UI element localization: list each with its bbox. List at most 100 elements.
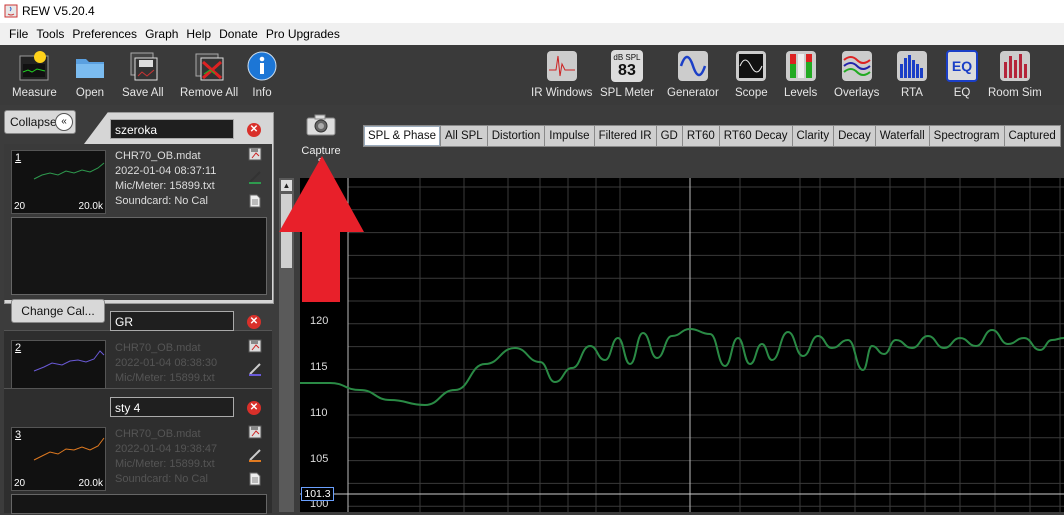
tab-gd[interactable]: GD: [656, 125, 683, 147]
spl-meter-button[interactable]: dB SPL 83 SPL Meter: [600, 50, 654, 99]
save-measurement-icon[interactable]: [248, 147, 262, 161]
menu-donate[interactable]: Donate: [219, 27, 258, 41]
rta-label: RTA: [901, 87, 923, 99]
measurement-file: CHR70_OB.mdat: [115, 342, 201, 354]
measurement-date: 2022-01-04 08:37:11: [115, 165, 217, 177]
y-tick-label: 110: [310, 407, 328, 419]
menu-file[interactable]: File: [9, 27, 28, 41]
rta-icon: [896, 50, 928, 82]
room-sim-label: Room Sim: [988, 87, 1042, 99]
room-sim-button[interactable]: Room Sim: [988, 50, 1042, 99]
spl-graph[interactable]: 120 115 110 105 100 101.3: [300, 178, 1064, 512]
measurement-notes-1[interactable]: [11, 217, 267, 295]
thumbnail-range-high: 20.0k: [78, 478, 103, 489]
overlays-icon: [841, 50, 873, 82]
measurement-date: 2022-01-04 19:38:47: [115, 443, 218, 455]
thumbnail-range-high: 20.0k: [78, 201, 103, 212]
red-up-arrow-icon: [279, 156, 364, 302]
overlays-label: Overlays: [834, 87, 880, 99]
notes-icon[interactable]: [248, 472, 262, 486]
java-icon: [4, 4, 18, 18]
eq-icon: EQ: [946, 50, 978, 82]
remove-measurement-icon[interactable]: ✕: [247, 123, 261, 137]
tab-clarity[interactable]: Clarity: [792, 125, 835, 147]
remove-all-button[interactable]: Remove All: [180, 50, 238, 99]
eq-label: EQ: [953, 87, 971, 99]
save-measurement-icon[interactable]: [248, 425, 262, 439]
toolbar: Measure Open Save All Remove All Info IR…: [0, 45, 1064, 105]
measurement-name-field[interactable]: szeroka: [110, 119, 234, 139]
eq-button[interactable]: EQ EQ: [946, 50, 978, 99]
measure-icon: [18, 50, 50, 82]
measurement-name-field[interactable]: GR: [110, 311, 234, 331]
info-button[interactable]: Info: [246, 50, 278, 99]
menu-pro-upgrades[interactable]: Pro Upgrades: [266, 27, 340, 41]
tab-captured[interactable]: Captured: [1004, 125, 1061, 147]
menu-tools[interactable]: Tools: [36, 27, 64, 41]
tab-impulse[interactable]: Impulse: [545, 125, 595, 147]
remove-all-icon: [193, 50, 225, 82]
ir-windows-icon: [546, 50, 578, 82]
tab-rt60-decay[interactable]: RT60 Decay: [719, 125, 793, 147]
trace-color-icon[interactable]: [248, 170, 262, 184]
y-tick-label: 105: [310, 453, 329, 465]
save-all-icon: [127, 50, 159, 82]
measurement-notes-3[interactable]: [11, 494, 267, 514]
menu-help[interactable]: Help: [186, 27, 211, 41]
rta-button[interactable]: RTA: [896, 50, 928, 99]
remove-all-label: Remove All: [180, 87, 239, 99]
scope-button[interactable]: Scope: [735, 50, 768, 99]
notes-icon[interactable]: [248, 194, 262, 208]
measurement-thumbnail-3[interactable]: 3 20 20.0k: [11, 427, 106, 491]
menu-preferences[interactable]: Preferences: [72, 27, 137, 41]
overlays-button[interactable]: Overlays: [834, 50, 879, 99]
measurement-name-field[interactable]: sty 4: [110, 397, 234, 417]
save-all-button[interactable]: Save All: [122, 50, 164, 99]
levels-icon: [785, 50, 817, 82]
tab-distortion[interactable]: Distortion: [487, 125, 546, 147]
remove-measurement-icon[interactable]: ✕: [247, 315, 261, 329]
title-bar: REW V5.20.4: [0, 0, 1064, 23]
collapse-button[interactable]: Collapse «: [4, 110, 76, 134]
tab-decay[interactable]: Decay: [834, 125, 876, 147]
remove-measurement-icon[interactable]: ✕: [247, 401, 261, 415]
measurement-mic: Mic/Meter: 15899.txt: [115, 458, 215, 470]
y-tick-label: 120: [310, 315, 329, 327]
measurement-info-2: CHR70_OB.mdat 2022-01-04 08:38:30 Mic/Me…: [115, 341, 217, 386]
tab-spectrogram[interactable]: Spectrogram: [929, 125, 1005, 147]
graph-tabs: SPL & Phase All SPL Distortion Impulse F…: [363, 125, 1061, 147]
scope-label: Scope: [735, 87, 768, 99]
measurement-file: CHR70_OB.mdat: [115, 428, 201, 440]
measurement-thumbnail-1[interactable]: 1 20 20.0k: [11, 150, 106, 214]
measurement-date: 2022-01-04 08:38:30: [115, 357, 218, 369]
measurement-soundcard: Soundcard: No Cal: [115, 473, 208, 485]
measurement-mic: Mic/Meter: 15899.txt: [115, 372, 215, 384]
measure-button[interactable]: Measure: [12, 50, 57, 99]
save-measurement-icon[interactable]: [248, 339, 262, 353]
ir-windows-button[interactable]: IR Windows: [531, 50, 592, 99]
spl-meter-label: SPL Meter: [600, 87, 654, 99]
tab-filtered-ir[interactable]: Filtered IR: [594, 125, 657, 147]
y-tick-label: 115: [310, 361, 328, 373]
thumbnail-range-low: 20: [14, 201, 26, 212]
menu-bar: File Tools Preferences Graph Help Donate…: [0, 23, 1064, 45]
trace-color-icon[interactable]: [248, 448, 262, 462]
tab-waterfall[interactable]: Waterfall: [875, 125, 930, 147]
open-button[interactable]: Open: [74, 50, 106, 99]
measure-label: Measure: [12, 87, 57, 99]
measurement-info-3: CHR70_OB.mdat 2022-01-04 19:38:47 Mic/Me…: [115, 427, 217, 487]
generator-button[interactable]: Generator: [667, 50, 719, 99]
tab-rt60[interactable]: RT60: [682, 125, 720, 147]
open-label: Open: [75, 87, 105, 99]
tab-all-spl[interactable]: All SPL: [440, 125, 488, 147]
trace-color-icon[interactable]: [248, 362, 262, 376]
change-cal-button[interactable]: Change Cal...: [11, 299, 105, 323]
info-icon: [246, 50, 278, 82]
folder-icon: [74, 50, 106, 82]
generator-icon: [677, 50, 709, 82]
spl-meter-badge-value: 83: [618, 61, 636, 79]
tab-spl-phase[interactable]: SPL & Phase: [363, 125, 441, 147]
menu-graph[interactable]: Graph: [145, 27, 178, 41]
levels-button[interactable]: Levels: [784, 50, 817, 99]
graph-canvas[interactable]: [300, 178, 1064, 512]
